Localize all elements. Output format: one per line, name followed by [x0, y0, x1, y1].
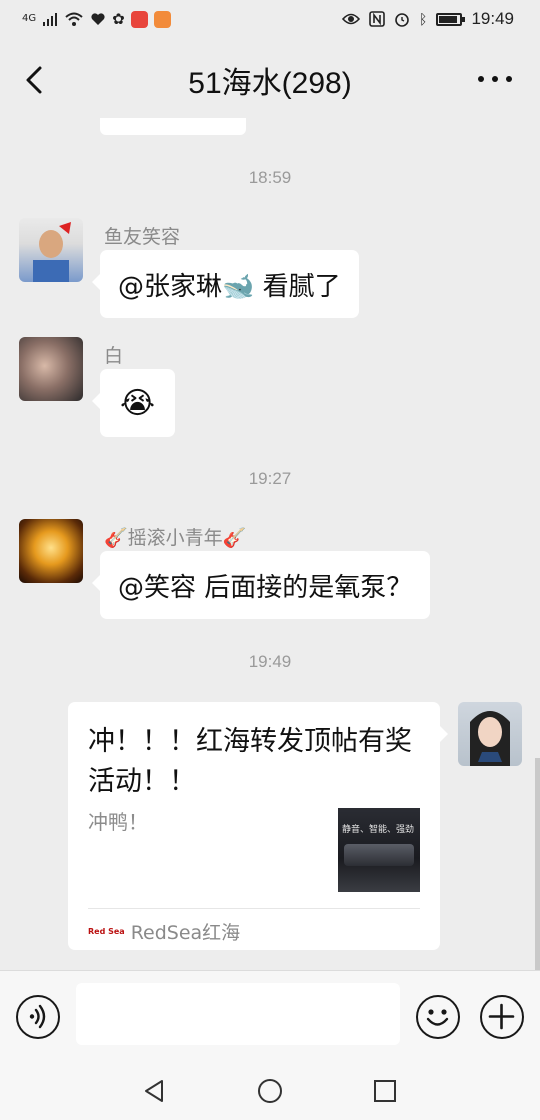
nav-recents-icon[interactable]: [372, 1078, 398, 1104]
more-button[interactable]: [478, 66, 512, 92]
nav-back-icon[interactable]: [142, 1078, 168, 1104]
add-button[interactable]: [480, 995, 524, 1039]
voice-button[interactable]: [16, 995, 60, 1039]
scrollbar-thumb[interactable]: [535, 758, 540, 970]
message-input[interactable]: [76, 983, 400, 1045]
chat-header: 51海水(298): [0, 40, 540, 118]
network-type: 4G: [22, 13, 37, 24]
link-card[interactable]: 冲！！！红海转发顶帖有奖活动！！ 冲鸭！ 静音、智能、强劲 Red Sea Re…: [68, 702, 448, 950]
sender-name: 🎸摇滚小青年🎸: [104, 527, 247, 549]
battery-icon: [436, 12, 466, 26]
bluetooth-icon: ᛒ: [419, 11, 428, 27]
message-bubble[interactable]: @笑容 后面接的是氧泵？: [91, 551, 431, 619]
nfc-icon: [369, 11, 385, 27]
card-description: 冲鸭！: [88, 810, 148, 834]
app-notification-icon: [153, 10, 171, 28]
sender-name: 鱼友笑容: [104, 226, 181, 248]
thumbnail-device: [344, 844, 414, 866]
card-source: Red Sea RedSea红海: [88, 918, 240, 945]
message-bubble[interactable]: 😭: [91, 369, 176, 437]
status-left: 4G ✿: [22, 9, 171, 29]
avatar-image: [33, 222, 71, 282]
redsea-logo: Red Sea: [88, 927, 125, 936]
message-bubble[interactable]: @张家琳🐋 看腻了: [92, 250, 359, 318]
eye-icon: [342, 13, 361, 25]
card-divider: [88, 908, 420, 909]
thumbnail-text: 静音、智能、强劲: [342, 825, 415, 835]
more-icon-dot: [492, 76, 498, 82]
input-bar: [0, 970, 540, 1062]
status-right: ᛒ 19:49: [342, 9, 514, 29]
huawei-icon: ✿: [112, 10, 125, 28]
wifi-icon: [65, 12, 83, 26]
my-avatar[interactable]: [458, 702, 522, 766]
card-title: 冲！！！红海转发顶帖有奖活动！！: [88, 726, 412, 797]
timestamp: 18:59: [248, 168, 292, 187]
chat-title: 51海水(298): [188, 67, 352, 100]
clock: 19:49: [471, 9, 514, 28]
message-bubble-partial[interactable]: [100, 118, 246, 135]
emoji-icon: [426, 1009, 449, 1026]
plus-icon: [488, 1003, 515, 1030]
nav-home-icon[interactable]: [257, 1078, 283, 1104]
more-icon-dot: [506, 76, 512, 82]
avatar[interactable]: [19, 519, 83, 583]
sender-name: 白: [104, 345, 124, 367]
timestamp: 19:49: [248, 652, 292, 671]
alarm-icon: [395, 13, 409, 27]
chat-message-list[interactable]: 18:59 鱼友笑容 @张家琳🐋 看腻了 白 😭 19:27 🎸摇滚小青年🎸 @…: [0, 118, 540, 970]
heart-icon: [91, 13, 105, 25]
status-bar: 4G ✿ ᛒ 19:49: [0, 0, 540, 40]
timestamp: 19:27: [248, 469, 292, 488]
avatar-image: [470, 711, 510, 766]
source-name: RedSea红海: [130, 922, 241, 944]
emoji-button[interactable]: [416, 995, 460, 1039]
voice-icon: [29, 1004, 46, 1029]
battery-fill: [439, 15, 458, 23]
system-navigation-bar: [0, 1062, 540, 1120]
signal-icon: [43, 13, 58, 26]
card-thumbnail: 静音、智能、强劲: [338, 808, 420, 892]
avatar[interactable]: [19, 218, 83, 282]
avatar[interactable]: [19, 337, 83, 401]
app-notification-icon: [130, 10, 148, 28]
more-icon-dot: [478, 76, 484, 82]
